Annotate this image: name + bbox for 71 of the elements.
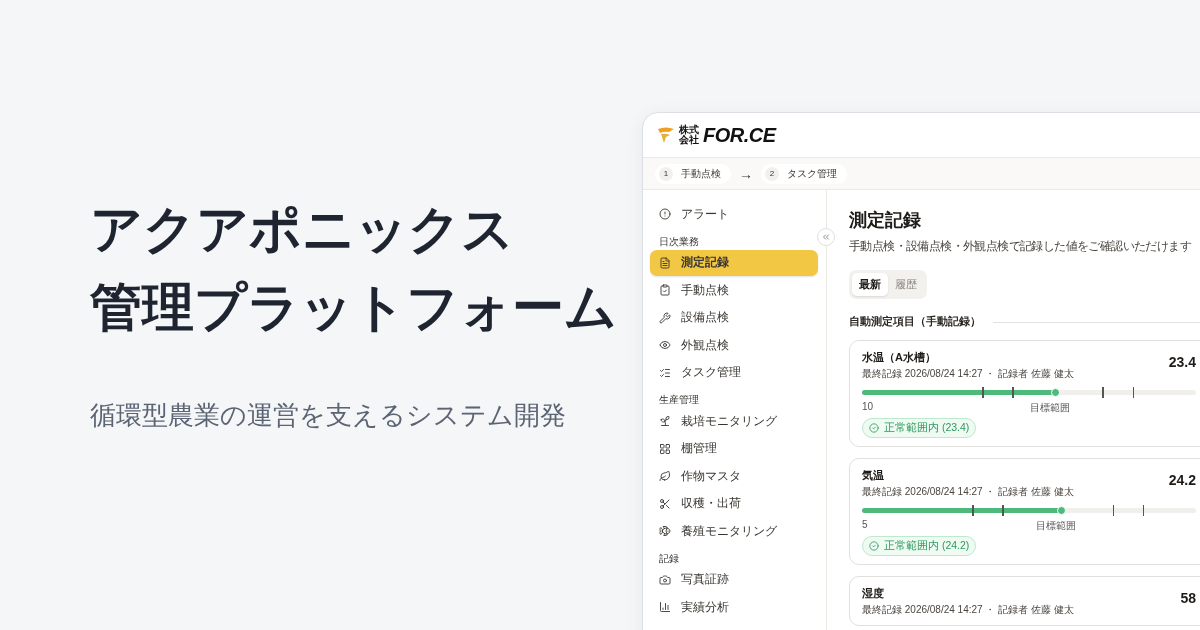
sidebar-item[interactable]: 栽培モニタリング <box>650 408 818 434</box>
logo-small-text: 株式 会社 <box>679 125 699 145</box>
arrow-text: → <box>739 165 753 182</box>
leaf-icon <box>659 470 671 482</box>
clipboard-check-icon <box>659 284 671 296</box>
measurement-meta: 最終記録 2026/08/24 14:27 ・ 記録者 佐藤 健太 <box>862 603 1074 617</box>
sidebar-item[interactable]: 養殖モニタリング <box>650 518 818 544</box>
tick-mark <box>1012 387 1014 398</box>
sidebar-item[interactable]: 収穫・出荷 <box>650 490 818 517</box>
page-title: 測定記録 <box>849 209 922 232</box>
sidebar-item[interactable]: 作物マスタ <box>650 463 818 489</box>
tick-mark <box>982 387 984 398</box>
tick-mark <box>1102 387 1104 398</box>
tick-mark <box>1142 505 1145 516</box>
checklist-icon <box>659 366 671 379</box>
camera-icon <box>659 573 671 586</box>
hero-title: アクアポニックス <box>90 199 515 260</box>
page-description: 手動点検・設備点検・外観点検で記録した値をご確認いただけます <box>849 238 1192 255</box>
hero-subtitle: 循環型農業の運営を支えるシステム開発 <box>90 399 567 432</box>
measurement-name: 気温 <box>862 468 885 483</box>
sidebar-section-title: 日次業務 <box>658 234 700 249</box>
measurement-value: 58 <box>1180 590 1196 608</box>
sidebar-item[interactable]: 外観点検 <box>650 332 818 358</box>
sidebar-item[interactable]: 実績分析 <box>650 594 818 620</box>
alert-icon <box>659 208 671 220</box>
measurement-meta: 最終記録 2026/08/24 14:27 ・ 記録者 佐藤 健太 <box>862 367 1074 381</box>
section-title: 自動測定項目（手動記録） <box>849 315 981 329</box>
hero-title: 管理プラットフォーム <box>90 277 618 338</box>
sidebar-item[interactable]: 棚管理 <box>650 435 818 462</box>
scissors-icon <box>659 497 671 510</box>
sidebar-section-title: 記録 <box>658 551 680 566</box>
sidebar-item[interactable]: 写真証跡 <box>650 566 818 593</box>
sidebar-item[interactable]: 測定記録 <box>650 249 818 276</box>
bar-chart-icon <box>659 601 671 613</box>
measurement-name: 湿度 <box>862 586 885 601</box>
breadcrumb-step[interactable]: 1 手動点検 <box>655 163 731 184</box>
logo-wordmark: FOR.CE <box>703 123 776 147</box>
grid-icon <box>659 442 671 455</box>
measurement-name: 水温（A水槽） <box>862 350 937 365</box>
breadcrumb-step[interactable]: 2 タスク管理 <box>761 163 847 184</box>
range-label: 目標範囲 <box>1036 519 1077 533</box>
check-icon <box>869 423 879 433</box>
sidebar-item[interactable]: タスク管理 <box>650 359 818 386</box>
scale-min-label: 5 <box>862 519 868 530</box>
value-marker <box>1050 388 1060 397</box>
document-icon <box>659 256 671 269</box>
value-marker <box>1057 506 1067 515</box>
status-badge: 正常範囲内 (24.2) <box>862 536 977 556</box>
wrench-icon <box>659 311 671 324</box>
status-badge: 正常範囲内 (23.4) <box>862 418 977 438</box>
sidebar-item[interactable]: 手動点検 <box>650 277 818 303</box>
measurement-meta: 最終記録 2026/08/24 14:27 ・ 記録者 佐藤 健太 <box>862 485 1074 499</box>
measurement-value: 23.4 <box>1168 354 1196 372</box>
tick-mark <box>1002 505 1004 516</box>
eye-icon <box>659 339 671 351</box>
sidebar-item[interactable]: 設備点検 <box>650 304 818 331</box>
tab[interactable]: 最新 <box>852 273 888 296</box>
range-label: 目標範囲 <box>1029 401 1070 415</box>
sidebar-item[interactable]: アラート <box>650 201 818 227</box>
tick-mark <box>1132 387 1135 398</box>
logo-icon <box>657 126 675 144</box>
sprout-icon <box>659 415 671 427</box>
check-icon <box>869 541 879 551</box>
scale-min-label: 10 <box>862 401 874 412</box>
fish-icon <box>659 525 671 537</box>
collapse-button[interactable] <box>817 228 835 246</box>
measurement-value: 24.2 <box>1168 472 1196 490</box>
sidebar-section-title: 生産管理 <box>658 393 700 407</box>
chevrons-left-icon <box>821 232 831 242</box>
tick-mark <box>1112 505 1114 516</box>
tick-mark <box>972 505 974 516</box>
